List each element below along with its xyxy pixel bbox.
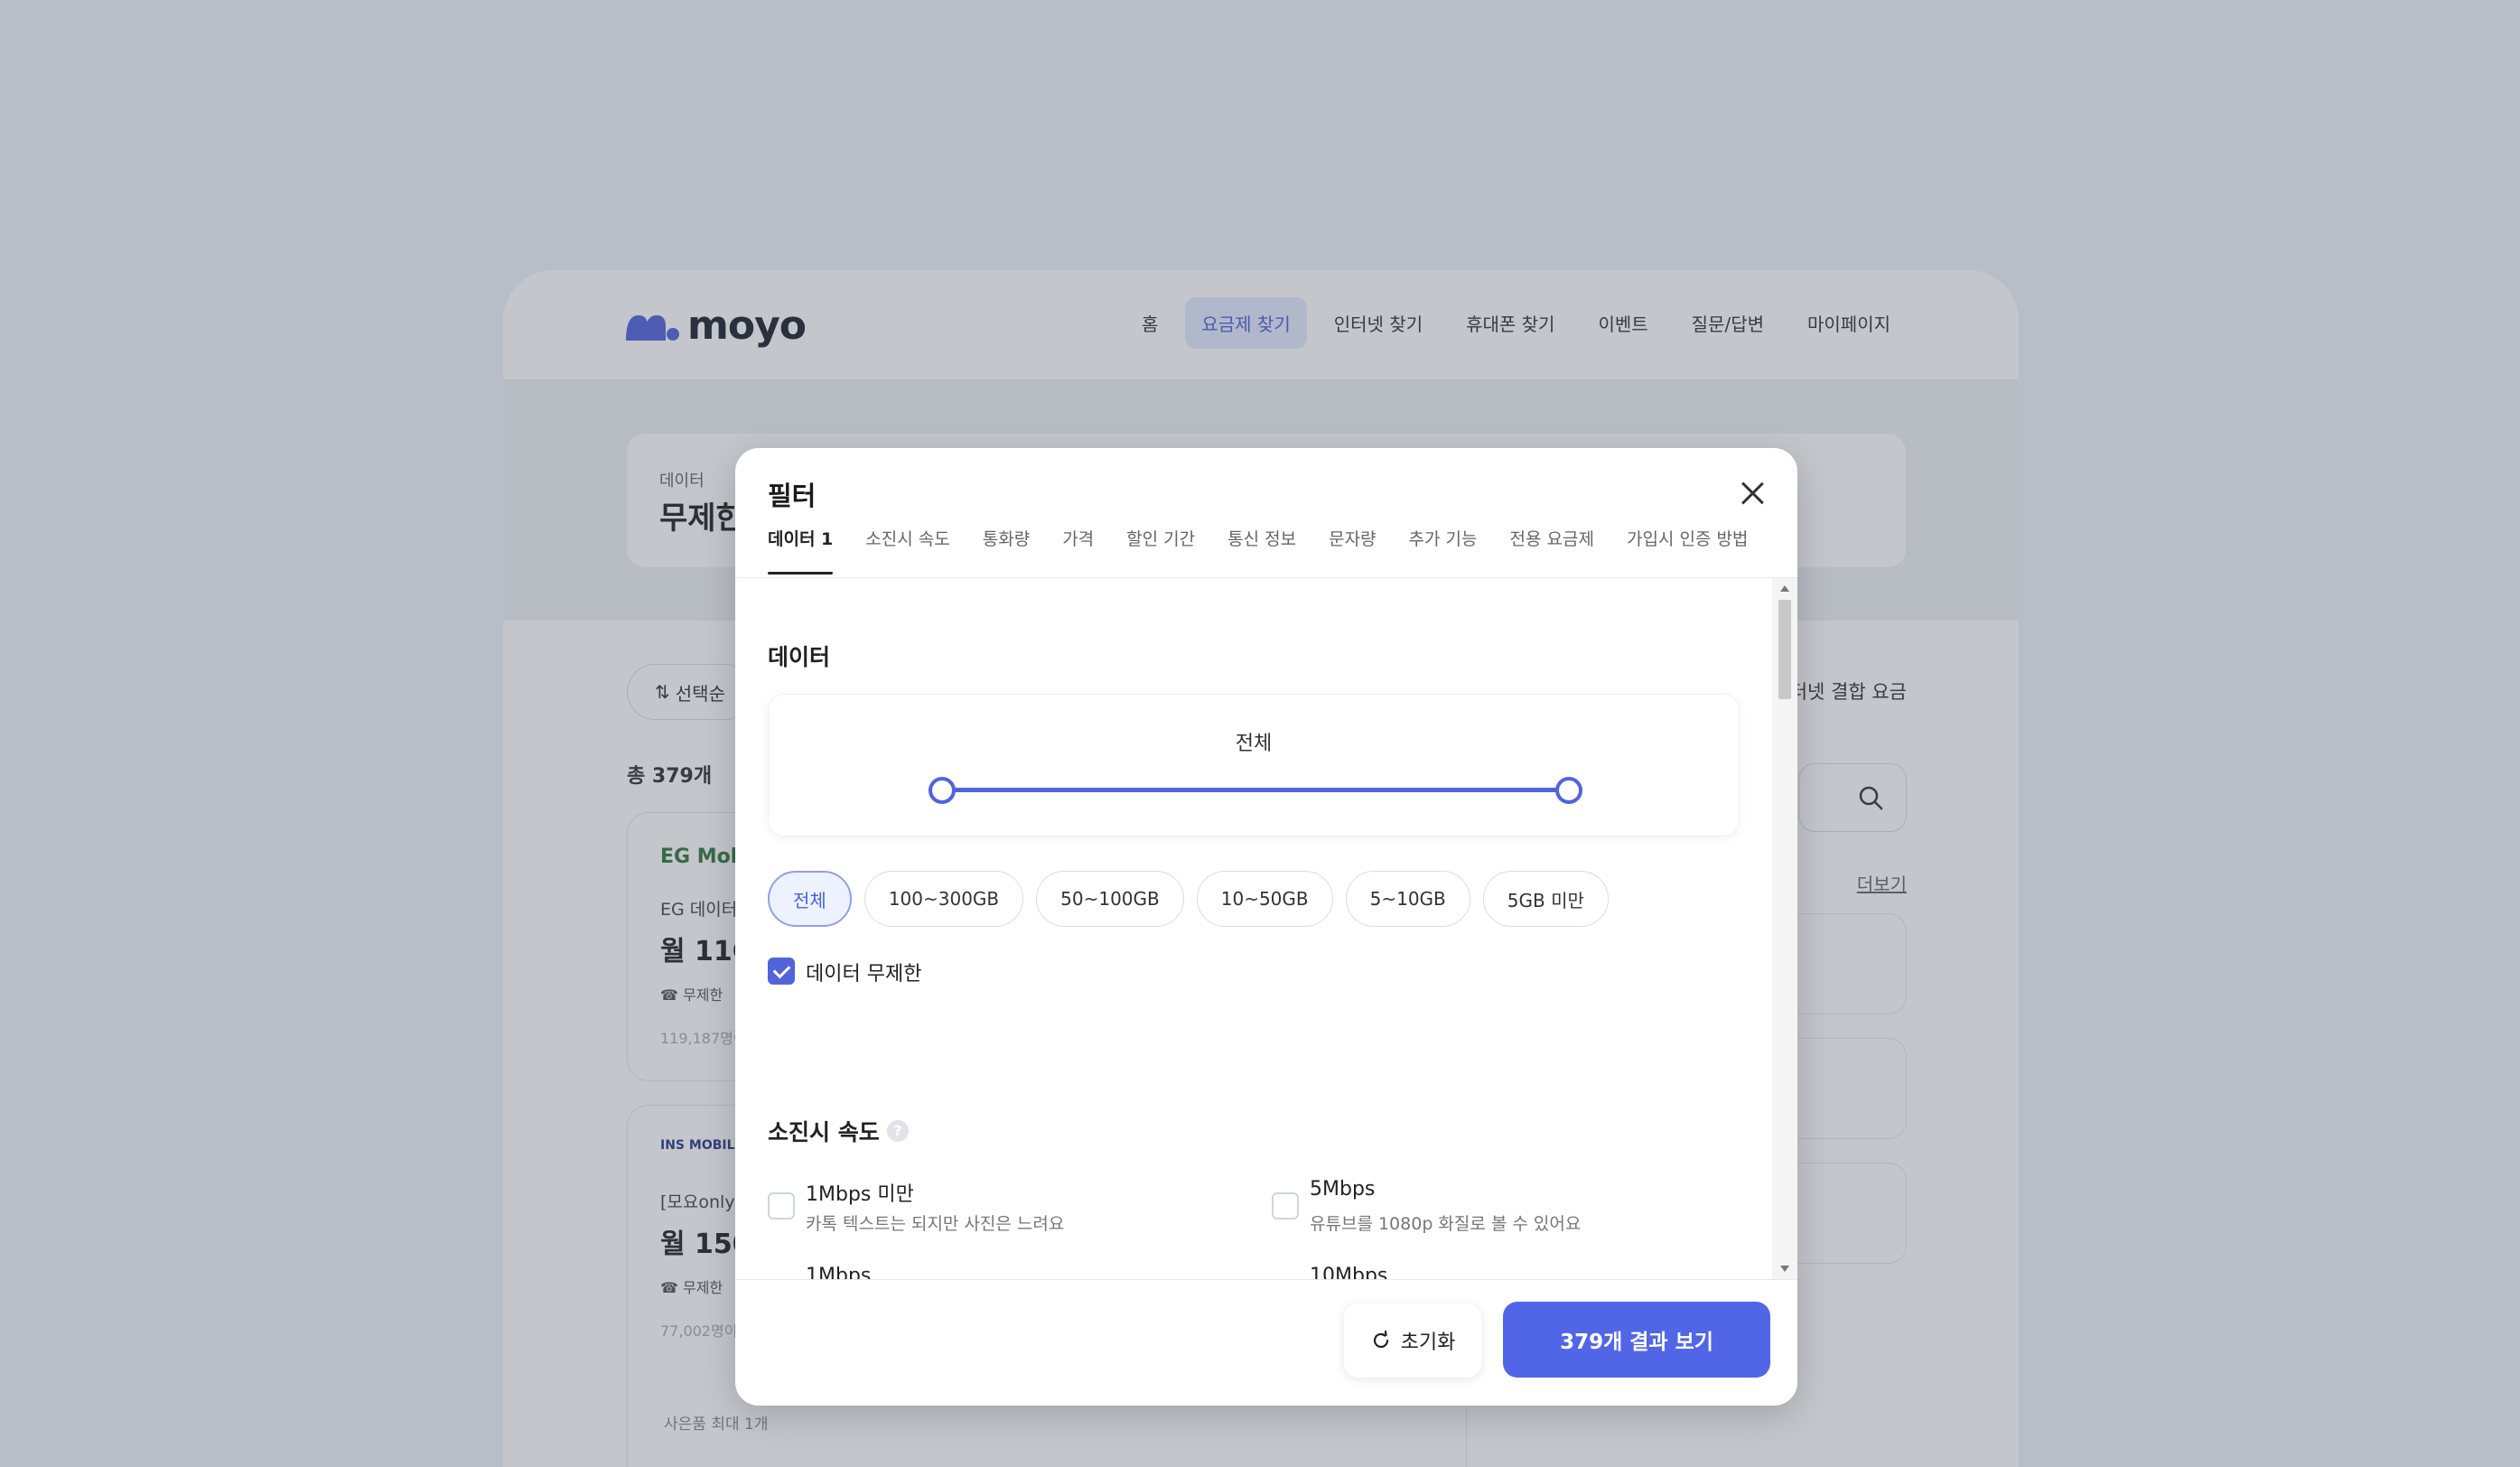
filter-tabs: 데이터 1 소진시 속도 통화량 가격 할인 기간 통신 정보 문자량 추가 기… [768,529,1748,575]
vertical-scrollbar[interactable] [1772,578,1797,1279]
speed-option-label[interactable]: 1Mbps 미만 [806,1178,914,1207]
speed-5mbps-checkbox[interactable] [1272,1192,1299,1219]
range-handle-min[interactable] [929,777,956,804]
reset-label: 초기화 [1400,1332,1456,1354]
tab-data[interactable]: 데이터 1 [768,529,834,575]
unlimited-data-checkbox[interactable] [768,958,795,985]
speed-under-1mbps-checkbox[interactable] [768,1192,795,1219]
scroll-up-arrow-icon[interactable] [1780,585,1789,592]
chip-10-50gb[interactable]: 10~50GB [1196,871,1333,927]
chip-under-5gb[interactable]: 5GB 미만 [1482,871,1609,927]
chip-50-100gb[interactable]: 50~100GB [1036,871,1184,927]
data-chips: 전체 100~300GB 50~100GB 10~50GB 5~10GB 5GB… [768,871,1609,927]
tab-exhausted-speed[interactable]: 소진시 속도 [865,529,949,575]
close-icon[interactable] [1740,481,1765,506]
tab-extra-features[interactable]: 추가 기능 [1409,529,1478,575]
chip-all[interactable]: 전체 [768,871,852,927]
speed-option-label[interactable]: 1Mbps [806,1265,871,1279]
reset-icon [1373,1330,1388,1349]
tab-call[interactable]: 통화량 [983,529,1030,575]
scroll-thumb[interactable] [1778,600,1791,699]
speed-option-label[interactable]: 5Mbps [1310,1178,1375,1201]
data-range-card: 전체 [768,694,1740,836]
tab-network-info[interactable]: 통신 정보 [1227,529,1296,575]
help-icon[interactable]: ? [887,1120,909,1142]
speed-option-desc: 카톡 텍스트는 되지만 사진은 느려요 [806,1214,1065,1234]
tab-sms[interactable]: 문자량 [1329,529,1376,575]
scroll-down-arrow-icon[interactable] [1780,1266,1789,1272]
show-results-button[interactable]: 379개 결과 보기 [1503,1302,1770,1378]
chip-5-10gb[interactable]: 5~10GB [1345,871,1470,927]
tab-discount-period[interactable]: 할인 기간 [1126,529,1195,575]
modal-title: 필터 [768,481,817,511]
unlimited-data-label[interactable]: 데이터 무제한 [806,958,921,986]
range-label: 전체 [1235,733,1273,755]
speed-section-title: 소진시 속도 [768,1119,880,1145]
data-section-title: 데이터 [768,644,831,670]
tab-price[interactable]: 가격 [1062,529,1094,575]
filter-body: 데이터 전체 전체 100~300GB 50~100GB 10~50GB 5~1… [735,578,1772,1279]
filter-modal: 필터 데이터 1 소진시 속도 통화량 가격 할인 기간 통신 정보 문자량 추… [735,448,1797,1406]
range-track[interactable] [942,788,1569,792]
speed-option-desc: 유튜브를 1080p 화질로 볼 수 있어요 [1310,1214,1582,1234]
range-handle-max[interactable] [1555,777,1582,804]
tab-signup-verification[interactable]: 가입시 인증 방법 [1627,529,1748,575]
chip-100-300gb[interactable]: 100~300GB [863,871,1024,927]
tab-exclusive-plan[interactable]: 전용 요금제 [1510,529,1594,575]
reset-button[interactable]: 초기화 [1344,1303,1481,1378]
speed-option-label[interactable]: 10Mbps [1310,1265,1387,1279]
modal-footer: 초기화 379개 결과 보기 [735,1279,1797,1406]
